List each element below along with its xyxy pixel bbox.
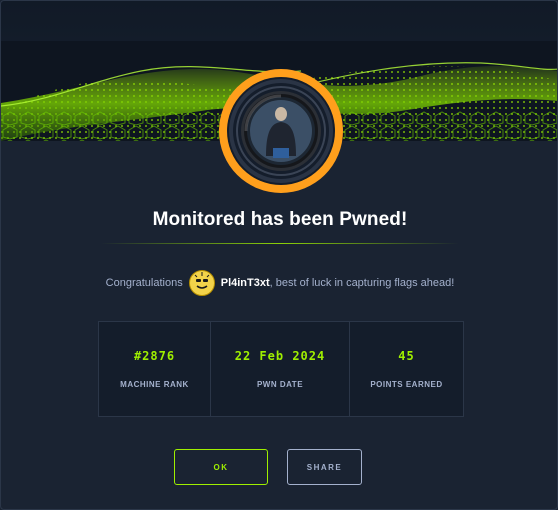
stat-label: MACHINE RANK [120,380,189,389]
congrats-prefix: Congratulations [105,277,183,289]
stat-pwn-date: 22 Feb 2024 PWN DATE [211,322,350,416]
share-button[interactable]: SHARE [287,449,362,485]
stat-value: 45 [398,349,415,363]
stat-value: 22 Feb 2024 [234,349,326,363]
machine-avatar-badge [219,69,343,193]
user-avatar-icon[interactable] [188,270,215,296]
stat-machine-rank: #2876 MACHINE RANK [99,322,211,416]
pwned-modal: Monitored has been Pwned! Congratulation… [0,0,558,510]
congratulations-message: Congratulations Pl4inT3xt , best of luck… [1,269,557,297]
page-title: Monitored has been Pwned! [152,209,408,230]
congrats-suffix: , best of luck in capturing flags ahead! [269,277,455,289]
stat-label: PWN DATE [256,380,304,389]
stat-points-earned: 45 POINTS EARNED [350,322,463,416]
stat-value: #2876 [133,349,176,363]
title-divider [101,243,459,244]
stat-label: POINTS EARNED [370,380,443,389]
stats-panel: #2876 MACHINE RANK 22 Feb 2024 PWN DATE … [98,321,464,417]
username-link[interactable]: Pl4inT3xt [221,277,270,289]
ok-button[interactable]: OK [174,449,268,485]
